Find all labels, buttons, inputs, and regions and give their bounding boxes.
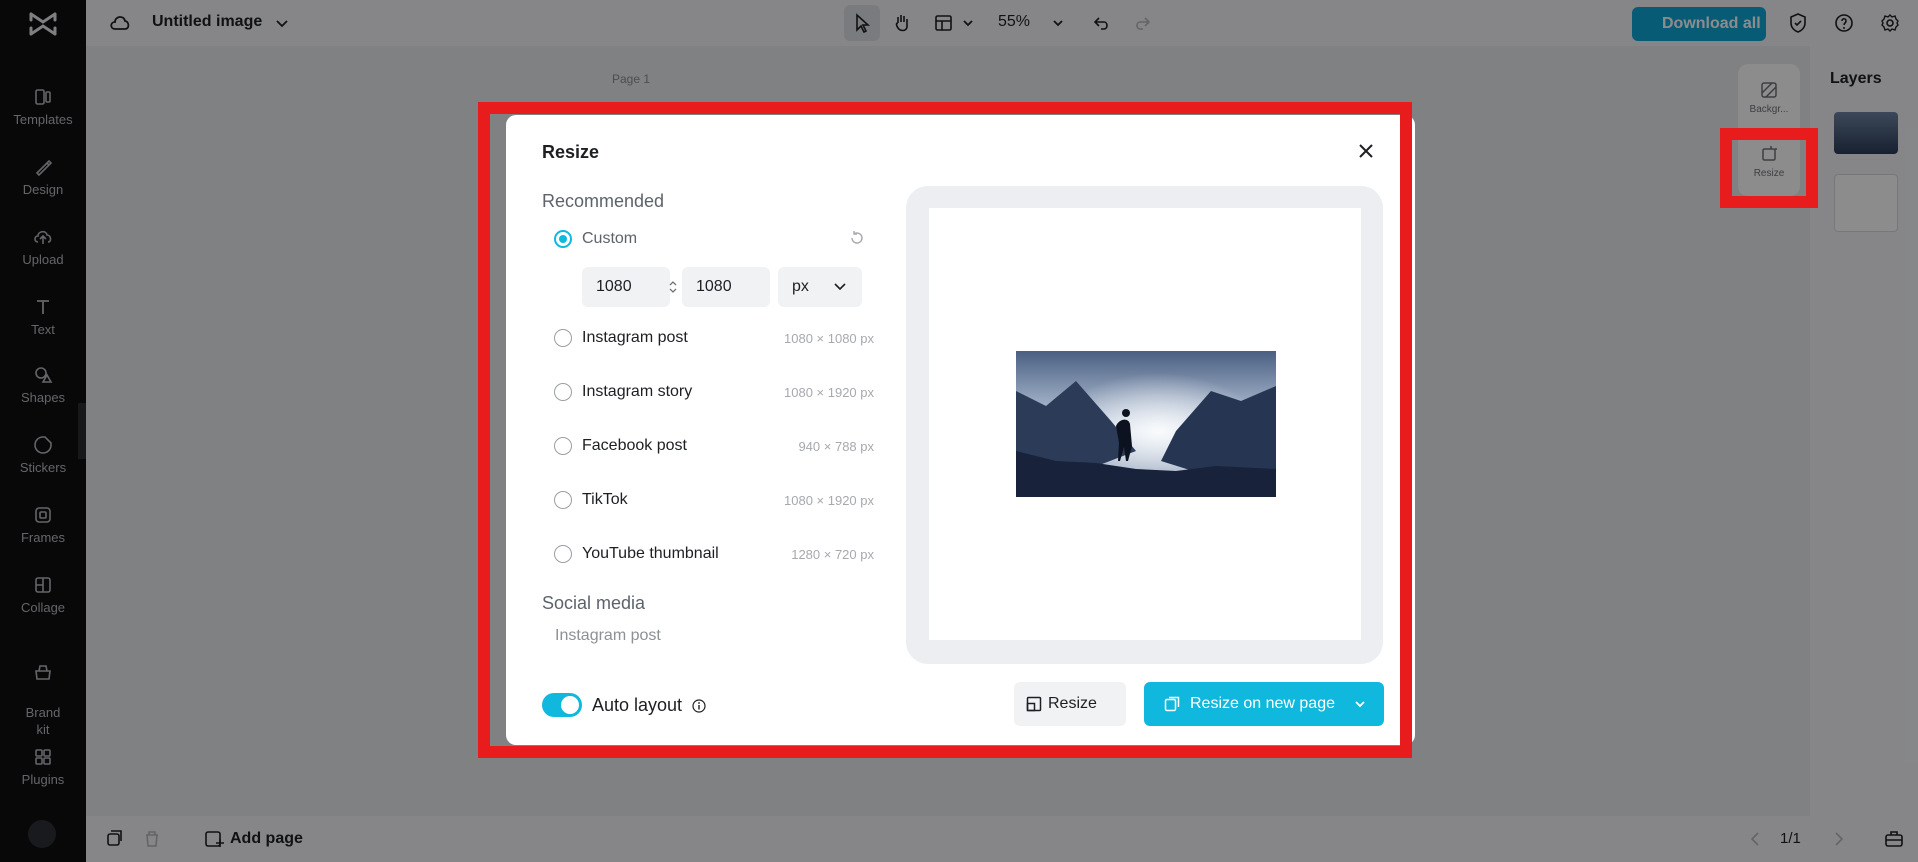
highlight-dialog: [478, 102, 1412, 758]
highlight-resize-tool: [1720, 128, 1818, 208]
